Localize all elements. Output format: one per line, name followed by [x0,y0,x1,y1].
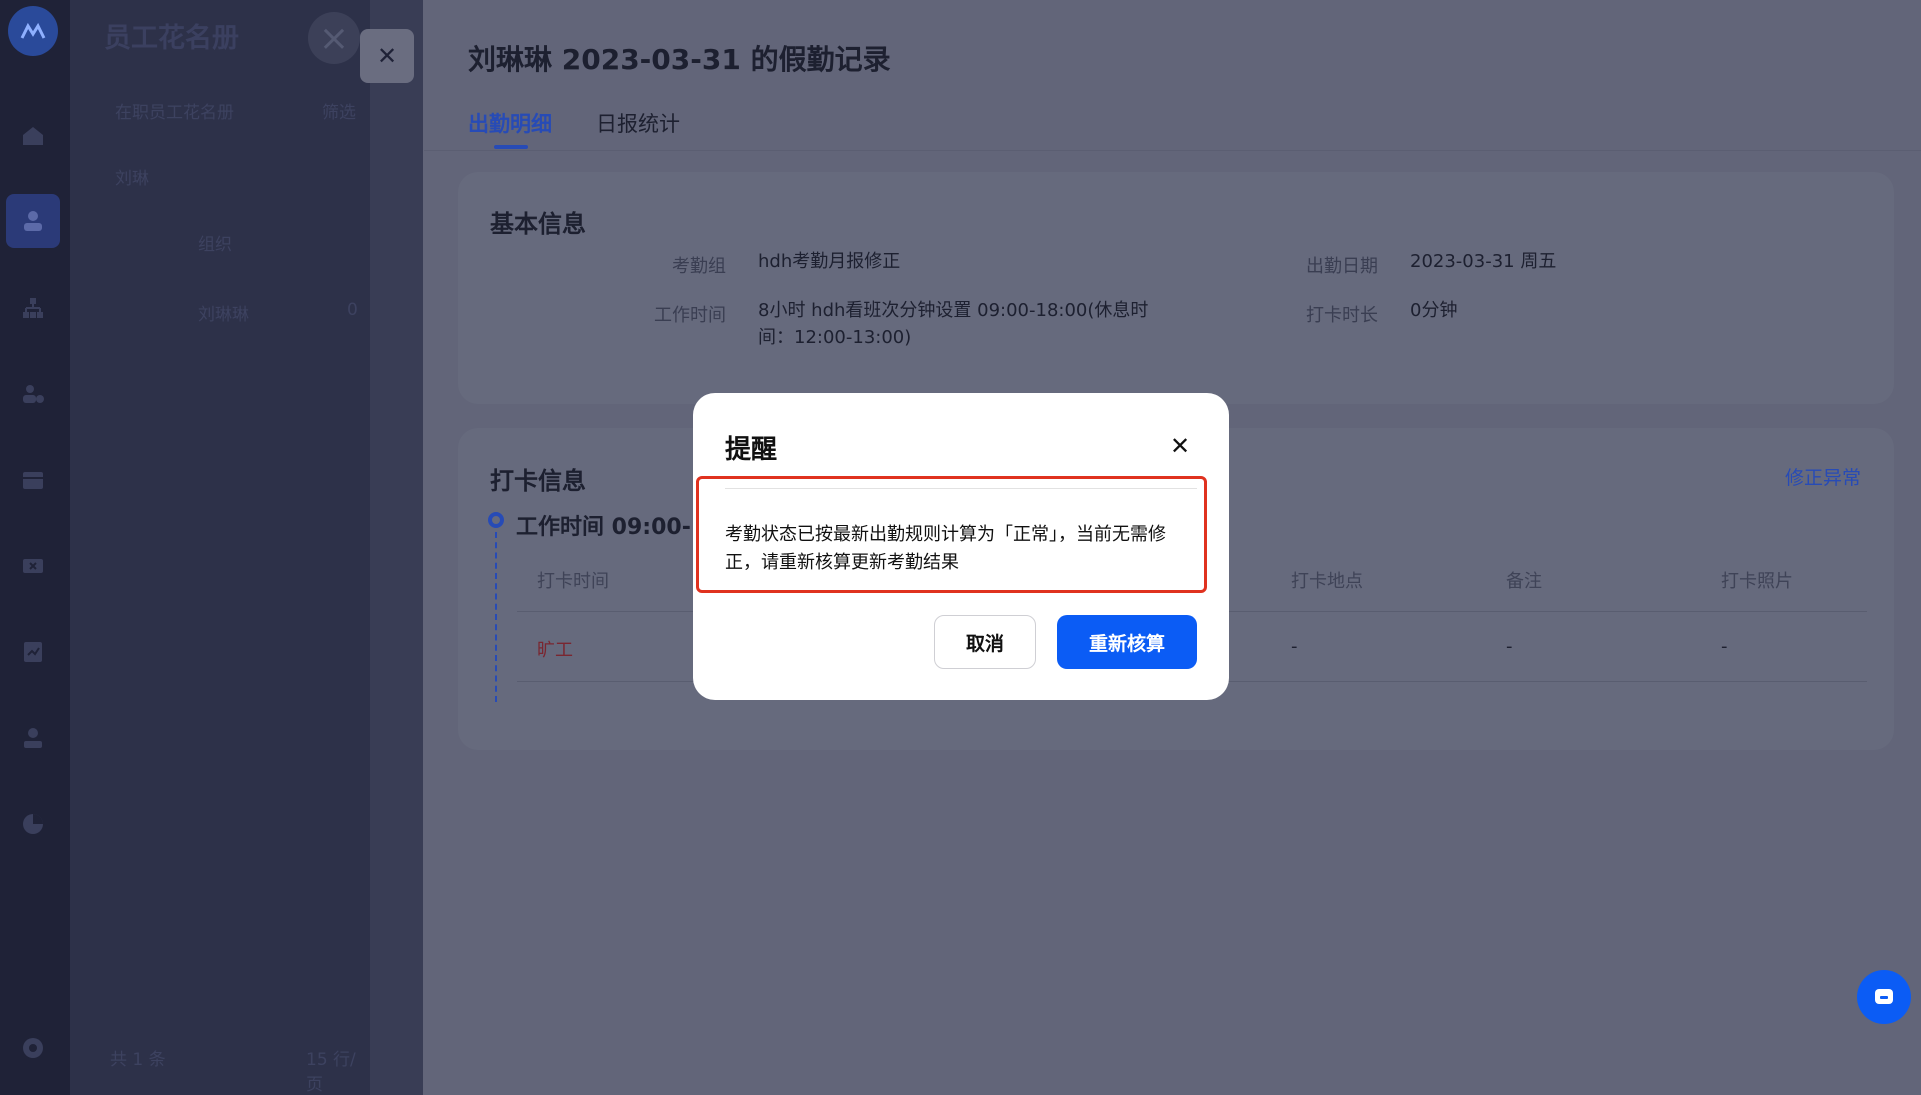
dialog-divider [725,488,1197,489]
people-icon[interactable] [6,194,60,248]
roster-close-icon[interactable]: × [308,12,360,64]
roster-filter-button[interactable]: 筛选 [322,98,356,123]
basic-info-card: 基本信息 考勤组 hdh考勤月报修正 出勤日期 2023-03-31 周五 工作… [458,172,1894,404]
roster-search-input[interactable]: 刘琳 [115,164,149,189]
cancel-button[interactable]: 取消 [934,615,1036,669]
dialog-title: 提醒 [725,435,778,465]
app-logo-icon[interactable] [8,6,58,56]
timeline-dot [488,512,504,528]
worktime-value-line2: 间：12:00-13:00) [758,327,912,348]
roster-filter-select[interactable]: 在职员工花名册 [115,98,234,123]
duration-label: 打卡时长 [1306,305,1378,326]
roster-row-extra: 0 [347,300,358,320]
roster-title: 员工花名册 [104,23,239,54]
tab-attendance-detail[interactable]: 出勤明细 [468,108,552,138]
reminder-dialog: 提醒 ✕ 考勤状态已按最新出勤规则计算为「正常」，当前无需修正，请重新核算更新考… [693,393,1229,700]
home-icon[interactable] [15,118,51,154]
cell-punch-status: 旷工 [537,640,573,661]
date-label: 出勤日期 [1306,256,1378,277]
dialog-message: 考勤状态已按最新出勤规则计算为「正常」，当前无需修正，请重新核算更新考勤结果 [725,524,1166,573]
fix-exception-link[interactable]: 修正异常 [1785,463,1861,490]
punch-info-title: 打卡信息 [490,467,586,495]
org-chart-icon[interactable] [15,290,51,326]
timeline-line [495,532,497,702]
punch-worktime: 工作时间 09:00-1 [516,515,707,540]
roster-pagination-total: 共 1 条 [110,1050,166,1070]
col-punch-photo: 打卡照片 [1721,571,1793,592]
date-value: 2023-03-31 周五 [1410,251,1557,272]
duration-value: 0分钟 [1410,300,1458,321]
roster-panel: 员工花名册 × 在职员工花名册 筛选 刘琳 组织 刘琳琳 0 共 1 条 15 … [70,0,370,1095]
roster-row-name[interactable]: 刘琳琳 [198,300,249,325]
recalculate-button[interactable]: 重新核算 [1057,615,1197,669]
ticket-icon[interactable] [15,548,51,584]
basic-info-title: 基本信息 [490,210,586,238]
app-sidebar [0,0,70,1095]
drawer-close-button[interactable]: ✕ [360,29,414,83]
calendar-icon[interactable] [15,462,51,498]
report-icon[interactable] [15,634,51,670]
tab-divider [424,150,1921,151]
profile-icon[interactable] [15,720,51,756]
col-punch-time: 打卡时间 [537,571,609,592]
roster-page-size[interactable]: 15 行/页 [306,1045,370,1095]
pie-chart-icon[interactable] [15,806,51,842]
group-value: hdh考勤月报修正 [758,251,901,272]
user-settings-icon[interactable] [15,376,51,412]
worktime-label: 工作时间 [654,305,726,326]
col-remark: 备注 [1506,571,1542,592]
settings-gear-icon[interactable] [15,1030,51,1066]
dialog-close-icon[interactable]: ✕ [1165,431,1195,461]
roster-group-select[interactable]: 组织 [198,230,232,255]
tab-active-indicator [494,145,528,149]
col-punch-location: 打卡地点 [1291,571,1363,592]
worktime-value-line1: 8小时 hdh看班次分钟设置 09:00-18:00(休息时 [758,300,1149,321]
chat-icon [1875,989,1893,1004]
cell-remark: - [1506,636,1513,657]
group-label: 考勤组 [672,256,726,277]
page-title: 刘琳琳 2023-03-31 的假勤记录 [468,43,891,76]
roster-edge [370,0,423,1095]
chat-support-button[interactable] [1857,970,1911,1024]
cell-punch-location: - [1291,636,1298,657]
cell-punch-photo: - [1721,636,1728,657]
tab-daily-report[interactable]: 日报统计 [596,108,680,138]
